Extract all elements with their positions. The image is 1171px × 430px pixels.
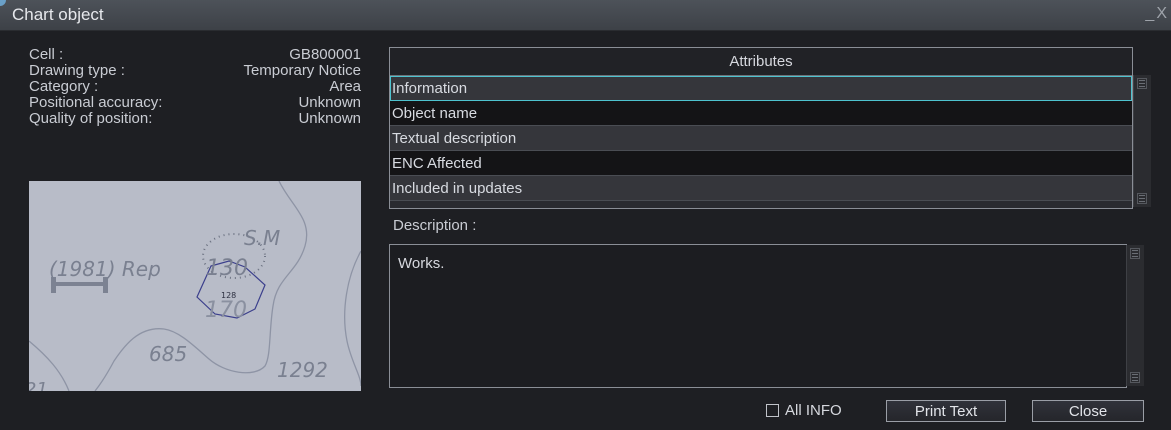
map-label: S.M bbox=[244, 226, 280, 250]
info-value: Unknown bbox=[298, 94, 361, 111]
attributes-header: Attributes bbox=[390, 48, 1132, 76]
attribute-row-enc-affected[interactable]: ENC Affected bbox=[390, 151, 1132, 176]
title-bar[interactable]: Chart object _X bbox=[0, 0, 1171, 31]
info-value: Area bbox=[329, 78, 361, 95]
info-label: Quality of position: bbox=[29, 110, 153, 127]
info-label: Category : bbox=[29, 78, 99, 95]
scroll-down-icon[interactable] bbox=[1137, 193, 1147, 204]
depth-contour bbox=[94, 181, 308, 391]
map-label: 170 bbox=[205, 298, 247, 323]
description-textarea[interactable]: Works. bbox=[389, 244, 1127, 388]
scroll-up-icon[interactable] bbox=[1137, 78, 1147, 89]
info-label: Drawing type : bbox=[29, 62, 125, 79]
info-label: Cell : bbox=[29, 46, 64, 63]
info-row-category: Category : Area bbox=[29, 79, 361, 95]
map-label: 130 bbox=[206, 256, 248, 281]
object-info: Cell : GB800001 Drawing type : Temporary… bbox=[29, 47, 361, 127]
description-scrollbar[interactable] bbox=[1126, 245, 1144, 386]
map-label: 21 bbox=[29, 379, 48, 391]
chart-object-window: Chart object _X Cell : GB800001 Drawing … bbox=[0, 0, 1171, 430]
map-label: (1981) Rep bbox=[49, 257, 161, 281]
all-info-option[interactable]: All INFO bbox=[766, 402, 842, 419]
print-text-button[interactable]: Print Text bbox=[886, 400, 1006, 422]
info-row-drawing-type: Drawing type : Temporary Notice bbox=[29, 63, 361, 79]
info-row-quality-of-position: Quality of position: Unknown bbox=[29, 111, 361, 127]
scroll-down-icon[interactable] bbox=[1130, 372, 1140, 383]
all-info-label: All INFO bbox=[785, 402, 842, 419]
info-value: Temporary Notice bbox=[243, 62, 361, 79]
info-value: GB800001 bbox=[289, 46, 361, 63]
chart-preview-svg: S.M (1981) Rep 130 128 170 685 1292 21 bbox=[29, 181, 361, 391]
attributes-panel: Attributes Information Object name Textu… bbox=[389, 47, 1133, 209]
info-label: Positional accuracy: bbox=[29, 94, 163, 111]
wreck-symbol-bar bbox=[55, 282, 105, 286]
window-controls[interactable]: _X bbox=[1145, 5, 1169, 23]
title-corner-accent bbox=[0, 0, 6, 6]
attributes-scrollbar[interactable] bbox=[1133, 75, 1151, 207]
chart-preview-map: S.M (1981) Rep 130 128 170 685 1292 21 bbox=[29, 181, 361, 391]
footer-bar: All INFO Print Text Close bbox=[0, 396, 1171, 430]
attribute-row-information[interactable]: Information bbox=[390, 76, 1132, 101]
depth-contour bbox=[344, 250, 361, 387]
info-value: Unknown bbox=[298, 110, 361, 127]
attribute-row-included-in-updates[interactable]: Included in updates bbox=[390, 176, 1132, 201]
close-button[interactable]: Close bbox=[1032, 400, 1144, 422]
all-info-checkbox[interactable] bbox=[766, 404, 779, 417]
attribute-row-object-name[interactable]: Object name bbox=[390, 101, 1132, 126]
attribute-row-textual-description[interactable]: Textual description bbox=[390, 126, 1132, 151]
description-label: Description : bbox=[393, 217, 477, 234]
description-text: Works. bbox=[398, 255, 445, 272]
info-row-positional-accuracy: Positional accuracy: Unknown bbox=[29, 95, 361, 111]
info-row-cell: Cell : GB800001 bbox=[29, 47, 361, 63]
scroll-up-icon[interactable] bbox=[1130, 248, 1140, 259]
window-title: Chart object bbox=[12, 5, 104, 24]
map-label: 685 bbox=[149, 342, 187, 366]
map-label: 1292 bbox=[277, 358, 328, 382]
